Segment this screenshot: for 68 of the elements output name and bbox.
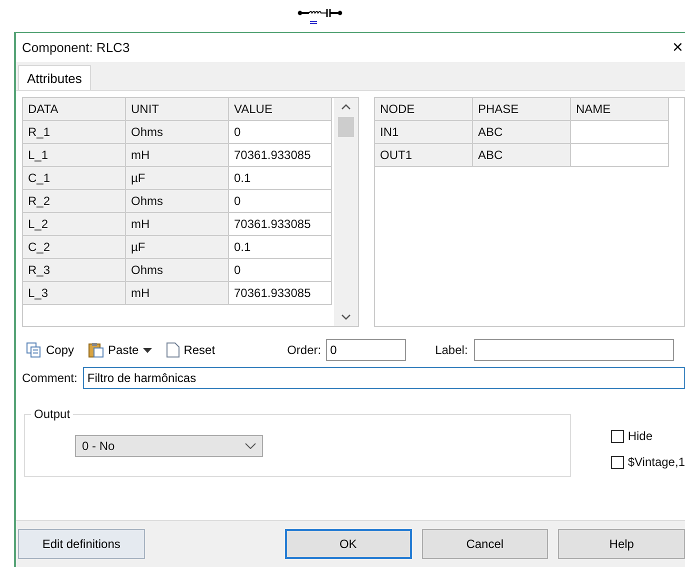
tab[interactable]: Attributes	[18, 65, 91, 90]
table-cell: R_2	[23, 190, 126, 213]
table-cell: IN1	[375, 121, 473, 144]
value-cell[interactable]: 0.1	[229, 236, 332, 259]
table-cell: OUT1	[375, 144, 473, 167]
copy-icon	[26, 342, 42, 358]
label-label: Label:	[435, 343, 468, 357]
table-cell: R_1	[23, 121, 126, 144]
table-cell: mH	[126, 282, 229, 305]
table-cell: Ohms	[126, 259, 229, 282]
column-header: UNIT	[126, 98, 229, 121]
scroll-up-icon[interactable]	[341, 103, 351, 111]
checkbox-option[interactable]: $Vintage,1	[610, 455, 685, 469]
value-cell[interactable]: 70361.933085	[229, 282, 332, 305]
table-cell: L_2	[23, 213, 126, 236]
dialog-button[interactable]: OK	[284, 529, 412, 559]
value-cell[interactable]: 0.1	[229, 167, 332, 190]
window-title: Component: RLC3	[22, 40, 130, 55]
document-icon	[166, 342, 180, 358]
column-header: VALUE	[229, 98, 332, 121]
column-header: NAME	[571, 98, 669, 121]
reset-button[interactable]: Reset	[162, 342, 220, 358]
comment-label: Comment:	[22, 371, 78, 385]
table-cell: L_1	[23, 144, 126, 167]
scroll-down-icon[interactable]	[341, 313, 351, 321]
value-cell[interactable]: 70361.933085	[229, 213, 332, 236]
rlc-symbol-icon	[297, 6, 343, 26]
dropdown-arrow-icon[interactable]	[142, 348, 152, 352]
table-cell: µF	[126, 167, 229, 190]
name-cell[interactable]	[571, 144, 669, 167]
dialog-button[interactable]: Help	[558, 529, 685, 559]
table-cell: R_3	[23, 259, 126, 282]
chevron-down-icon	[245, 443, 256, 449]
checkbox-option[interactable]: Hide	[610, 429, 685, 443]
column-header: DATA	[23, 98, 126, 121]
clipboard-icon	[88, 342, 104, 358]
value-cell[interactable]: 70361.933085	[229, 144, 332, 167]
scrollbar-thumb[interactable]	[338, 117, 354, 137]
table-cell: C_1	[23, 167, 126, 190]
column-header: NODE	[375, 98, 473, 121]
value-cell[interactable]: 0	[229, 190, 332, 213]
table-cell: ABC	[473, 144, 571, 167]
table-cell: Ohms	[126, 121, 229, 144]
value-cell[interactable]: 0	[229, 259, 332, 282]
dialog-button[interactable]: Edit definitions	[18, 529, 145, 559]
label-field[interactable]	[474, 339, 674, 361]
table-cell: mH	[126, 213, 229, 236]
output-legend: Output	[31, 407, 74, 421]
dialog-button[interactable]: Cancel	[422, 529, 548, 559]
value-cell[interactable]: 0	[229, 121, 332, 144]
table-cell: µF	[126, 236, 229, 259]
column-header: PHASE	[473, 98, 571, 121]
table-cell: ABC	[473, 121, 571, 144]
copy-button[interactable]: Copy	[22, 342, 78, 358]
scrollbar[interactable]	[334, 98, 358, 326]
name-cell[interactable]	[571, 121, 669, 144]
output-dropdown[interactable]: 0 - No	[75, 435, 263, 457]
table-cell: mH	[126, 144, 229, 167]
order-field[interactable]: 0	[326, 339, 406, 361]
paste-button[interactable]: Paste	[84, 342, 143, 358]
close-button[interactable]: ×	[672, 37, 683, 58]
checkbox[interactable]	[610, 456, 624, 468]
checkbox[interactable]	[610, 430, 624, 442]
comment-field[interactable]: Filtro de harmônicas	[83, 367, 685, 389]
table-cell: C_2	[23, 236, 126, 259]
table-cell: L_3	[23, 282, 126, 305]
table-cell: Ohms	[126, 190, 229, 213]
order-label: Order:	[287, 343, 322, 357]
